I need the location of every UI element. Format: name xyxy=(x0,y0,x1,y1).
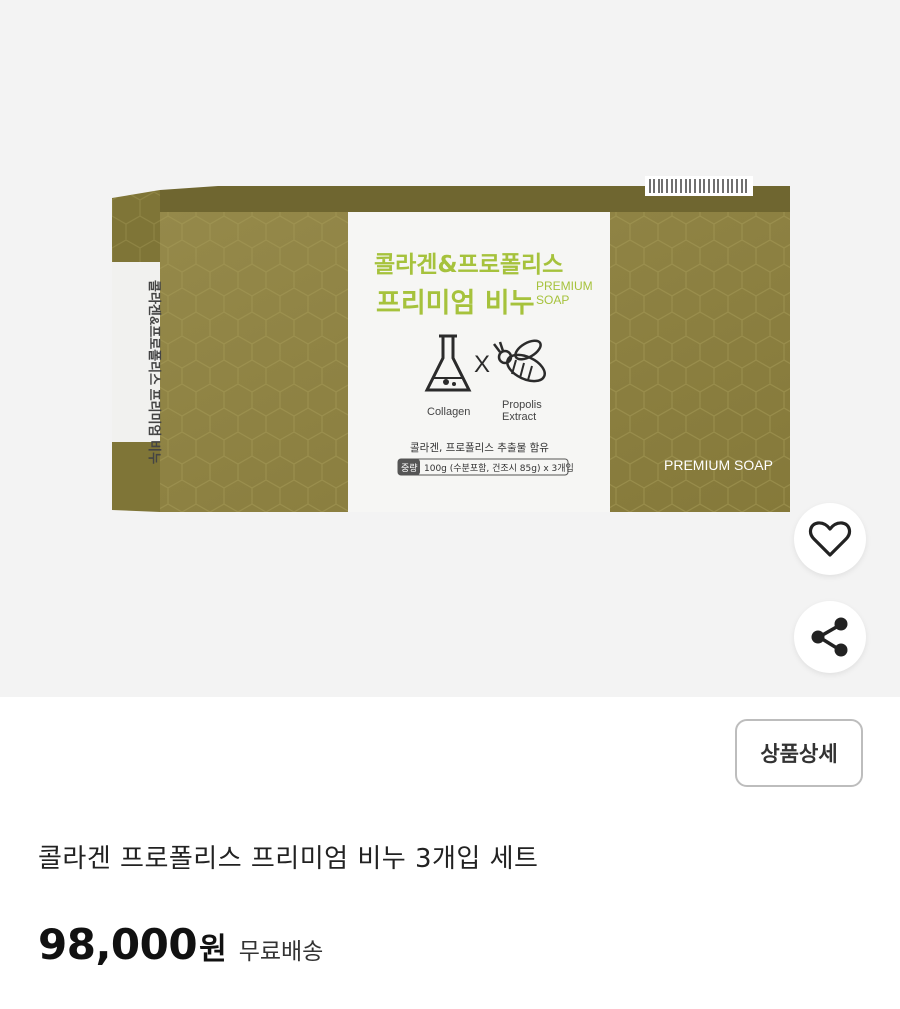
weight-tag: 중량 xyxy=(401,462,418,474)
product-title: 콜라겐 프로폴리스 프리미엄 비누 3개입 세트 xyxy=(38,844,539,874)
share-icon xyxy=(806,613,854,661)
price-row: 98,000 원 무료배송 xyxy=(38,920,323,969)
box-side-brand: PREMIUM SOAP xyxy=(664,457,773,473)
heart-outline-icon xyxy=(808,519,852,559)
box-badge-line2: SOAP xyxy=(536,293,569,307)
like-button[interactable] xyxy=(794,503,866,575)
price-amount: 98,000 xyxy=(38,920,198,969)
ingredient-x: X xyxy=(474,351,490,378)
shipping-label: 무료배송 xyxy=(238,939,324,965)
share-button[interactable] xyxy=(794,601,866,673)
weight-text: 100g (수분포함, 건조시 85g) x 3개입 xyxy=(424,462,574,474)
price-unit: 원 xyxy=(199,932,227,967)
box-title-line1: 콜라겐&프로폴리스 xyxy=(374,252,563,278)
box-description: 콜라겐, 프로폴리스 추출물 함유 xyxy=(410,442,549,454)
ingredient-propolis-line2: Extract xyxy=(502,411,536,423)
box-side-title: 콜라겐&프로폴리스 프리미엄 비누 xyxy=(147,280,162,464)
box-badge-line1: PREMIUM xyxy=(536,279,593,293)
product-image[interactable]: 콜라겐&프로폴리스 프리미엄 비누 콜라겐&프로폴리스 프리미엄 비누 PREM… xyxy=(0,0,900,697)
ingredient-propolis-line1: Propolis xyxy=(502,399,542,411)
product-hero: 콜라겐&프로폴리스 프리미엄 비누 콜라겐&프로폴리스 프리미엄 비누 PREM… xyxy=(0,0,900,697)
box-title-line2: 프리미엄 비누 xyxy=(376,288,534,319)
ingredient-collagen: Collagen xyxy=(427,406,470,418)
product-detail-button[interactable]: 상품상세 xyxy=(735,719,863,787)
